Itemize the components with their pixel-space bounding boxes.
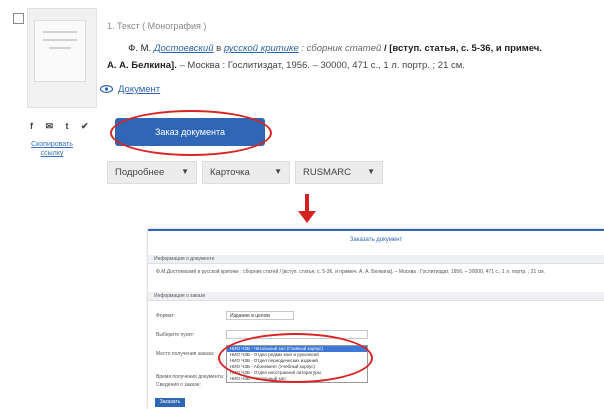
form-title: Заказать документ <box>349 237 403 243</box>
form-section-document: Информация о документе <box>148 255 604 264</box>
author-initials: Ф. М. <box>128 43 152 54</box>
pickup-label: Место получения заказа: <box>156 351 215 357</box>
highlight-ellipse <box>110 110 272 156</box>
form-section-order: Информация о заказе <box>148 292 604 301</box>
copy-link[interactable]: Скопировать ссылку <box>30 140 74 158</box>
title-conj: в <box>216 43 222 54</box>
record-type: 1. Текст ( Монография ) <box>107 21 207 31</box>
format-select-label: RUSMARC <box>303 167 352 178</box>
submit-order-button[interactable]: Заказать <box>155 398 185 407</box>
choose-label: Выберите пункт: <box>156 332 195 338</box>
card-select-label: Карточка <box>210 167 250 178</box>
format-label: Формат: <box>156 313 176 319</box>
time-label: Время получения документа: <box>156 374 225 380</box>
chevron-down-icon: ▼ <box>274 167 282 176</box>
card-select[interactable]: Карточка ▼ <box>202 161 290 184</box>
record-imprint: – Москва : Гослитиздат, 1956. – 30000, 4… <box>179 60 465 71</box>
record-description: Ф. М. Достоевский в русской критике : сб… <box>107 40 542 74</box>
order-form-dialog: Заказать документ Информация о документе… <box>148 229 604 409</box>
format-field[interactable]: Издание в целом <box>226 311 294 320</box>
down-arrow-head-icon <box>298 211 316 223</box>
details-select-label: Подробнее <box>115 167 165 178</box>
form-record-text: Ф.М.Достоевский в русской критике : сбор… <box>156 269 545 275</box>
details-select[interactable]: Подробнее ▼ <box>107 161 197 184</box>
eye-icon <box>100 85 113 93</box>
book-cover-inner <box>34 20 86 82</box>
dropdown-highlight-ellipse <box>218 333 373 383</box>
chevron-down-icon: ▼ <box>367 167 375 176</box>
record-subtitle: : сборник статей <box>301 43 382 54</box>
chevron-down-icon: ▼ <box>181 167 189 176</box>
document-link[interactable]: Документ <box>118 84 160 95</box>
title-link[interactable]: русской критике <box>224 43 299 54</box>
format-select[interactable]: RUSMARC ▼ <box>295 161 383 184</box>
author-link[interactable]: Достоевский <box>154 43 214 54</box>
share-icons[interactable]: f ✉ t ✔ <box>30 121 94 132</box>
order-info-label: Сведения о заказе: <box>156 382 201 388</box>
record-checkbox[interactable] <box>13 13 24 24</box>
